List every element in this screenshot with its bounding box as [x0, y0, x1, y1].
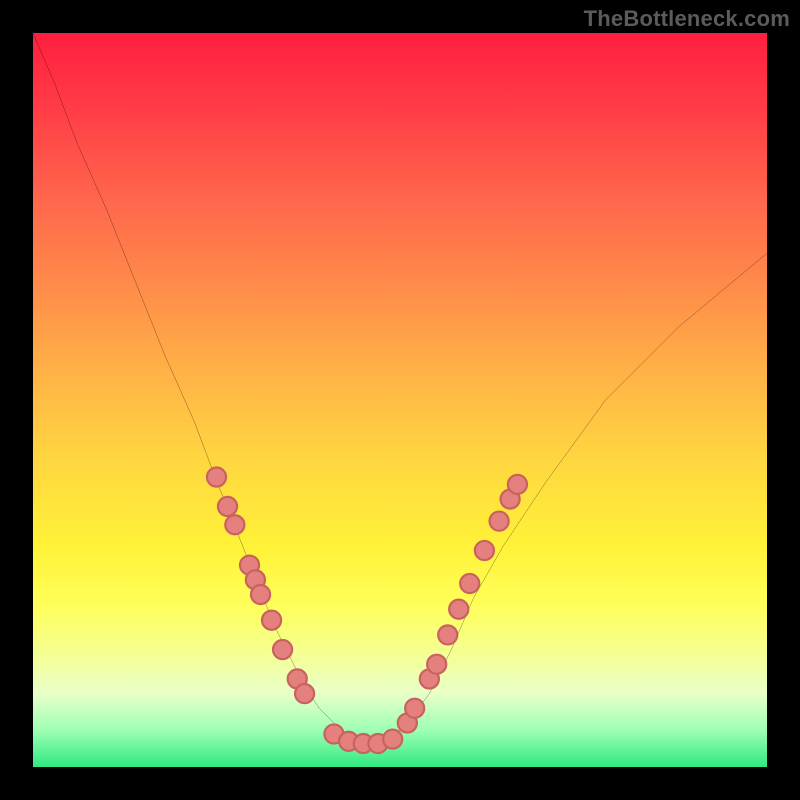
curve-svg: [33, 33, 767, 767]
chart-frame: TheBottleneck.com: [0, 0, 800, 800]
bead: [427, 655, 446, 674]
bottleneck-curve: [33, 33, 767, 745]
bead: [438, 625, 457, 644]
bead: [225, 515, 244, 534]
bead: [273, 640, 292, 659]
bead: [475, 541, 494, 560]
bead: [508, 475, 527, 494]
bead: [449, 600, 468, 619]
watermark-text: TheBottleneck.com: [584, 6, 790, 32]
bead: [207, 468, 226, 487]
bead: [490, 512, 509, 531]
bead: [262, 611, 281, 630]
bead: [218, 497, 237, 516]
bead: [405, 699, 424, 718]
bead: [460, 574, 479, 593]
bead: [295, 684, 314, 703]
bead-group: [207, 468, 527, 754]
plot-area: [33, 33, 767, 767]
bead: [383, 730, 402, 749]
bead: [251, 585, 270, 604]
